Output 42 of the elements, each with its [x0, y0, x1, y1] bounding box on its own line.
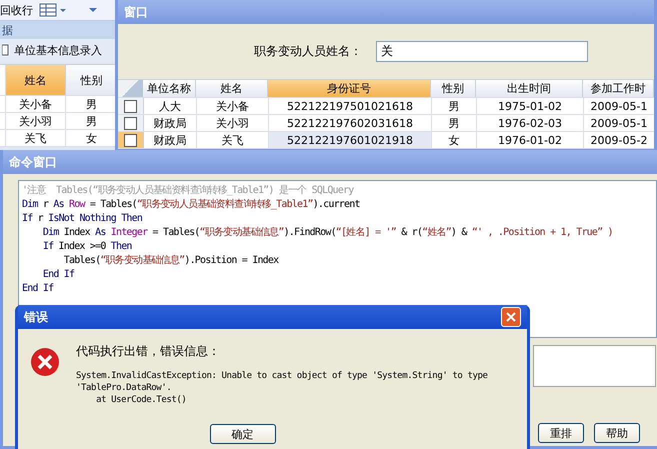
dropdown-icon[interactable] [89, 7, 97, 13]
command-button[interactable]: 帮助 [594, 423, 640, 443]
row-header[interactable] [118, 115, 144, 131]
toolbar-label[interactable]: 回收行 [0, 2, 33, 18]
code-line: Dim Index As Integer = Tables(“职务变动基础信息”).FindRow(“[姓名] = '” & r(“姓名”) & “' , .Position + 1, True” ) [42, 226, 613, 240]
command-button[interactable]: 重排 [538, 423, 584, 443]
column-header[interactable]: 身份证号 [268, 80, 431, 97]
column-header[interactable]: 姓名 [196, 80, 268, 97]
code-line: If r IsNot Nothing Then [22, 212, 142, 226]
form-icon [2, 44, 10, 56]
nav-item[interactable]: 单位基本信息录入 [0, 39, 118, 61]
row-checkbox[interactable] [124, 116, 137, 130]
window-title: 命令窗口 [9, 154, 57, 170]
field-label: 职务变动人员姓名： [254, 43, 362, 60]
dialog-title: 错误 [24, 308, 48, 326]
close-icon [506, 312, 516, 322]
column-header[interactable]: 参加工作时 [583, 80, 654, 97]
column-header[interactable]: 姓名 [6, 65, 66, 95]
grid-icon[interactable] [39, 3, 69, 17]
column-header[interactable]: 出生时间 [476, 80, 583, 97]
close-button[interactable] [501, 307, 521, 327]
row-checkbox[interactable] [124, 100, 137, 112]
code-line: Dim r As Row = Tables(“职务变动人员基础资料查询转移_Table1”).current [22, 198, 360, 212]
code-line: If Index >=0 Then [42, 240, 132, 254]
name-input-field[interactable]: 关 [376, 41, 588, 62]
ok-button[interactable]: 确定 [210, 424, 276, 444]
error-details: System.InvalidCastException: Unable to cast object of type 'System.String' to type 'TablePro.DataRow'. at UserCode.Test() [76, 370, 488, 406]
code-line: Tables(“职务变动基础信息”).Position = Index [62, 254, 278, 268]
row-header[interactable] [118, 98, 144, 114]
column-header[interactable]: 性别 [66, 65, 118, 95]
error-message: 代码执行出错，错误信息： [76, 343, 221, 360]
section-title: 据 [2, 22, 13, 38]
error-icon [30, 347, 60, 377]
code-line: End If [22, 282, 54, 296]
window-title: 窗口 [124, 4, 148, 20]
row-header[interactable] [118, 132, 144, 148]
code-line: '注意 Tables(“职务变动人员基础资料查询转移_Table1”) 是一个 SQLQuery [22, 184, 354, 198]
code-line: End If [42, 268, 74, 282]
column-header[interactable]: 单位名称 [143, 80, 196, 97]
row-checkbox[interactable] [124, 134, 137, 146]
column-header[interactable]: 性别 [431, 80, 476, 97]
table-cell: 522122197601021918 [269, 132, 432, 148]
